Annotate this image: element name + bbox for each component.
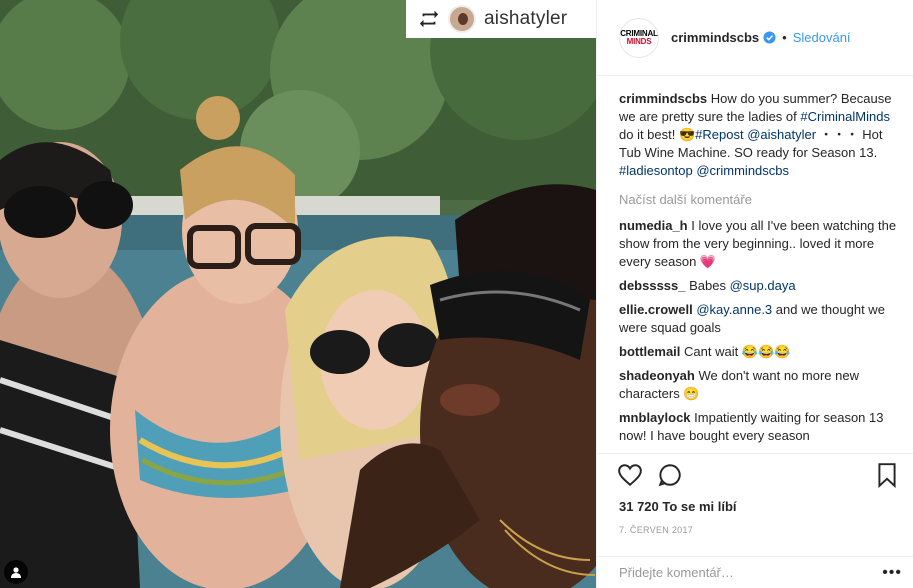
more-options-button[interactable]: ••• [882, 564, 902, 582]
caption-text-2: do it best! 😎 [619, 127, 696, 142]
comments-list[interactable]: crimmindscbs How do you summer? Because … [597, 76, 913, 453]
repost-bar: aishatyler [406, 0, 596, 38]
comment-username[interactable]: shadeonyah [619, 368, 695, 383]
user-tag-button[interactable] [4, 560, 28, 584]
separator-dot: • [782, 30, 787, 45]
comment-username[interactable]: ellie.crowell [619, 302, 693, 317]
likes-count[interactable]: 31 720 To se mi líbí [619, 499, 737, 514]
comment: bottlemail Cant wait 😂😂😂 [619, 343, 902, 361]
post-header: CRIMINAL MINDS crimmindscbs • Sledování [597, 0, 913, 76]
caption-username[interactable]: crimmindscbs [619, 91, 707, 106]
hashtag-ladiesontop[interactable]: #ladiesontop [619, 163, 693, 178]
post-side-panel: CRIMINAL MINDS crimmindscbs • Sledování … [596, 0, 913, 588]
post-date: 7. ČERVEN 2017 [619, 525, 694, 535]
comment-icon[interactable] [657, 462, 683, 488]
hashtag-repost[interactable]: #Repost [695, 127, 743, 142]
action-bar [597, 453, 913, 495]
verified-badge-icon [763, 31, 776, 44]
avatar-text-2: MINDS [626, 36, 652, 46]
comment-mention[interactable]: @kay.anne.3 [696, 302, 772, 317]
mention-crimmindscbs[interactable]: @crimmindscbs [696, 163, 789, 178]
account-avatar[interactable]: CRIMINAL MINDS [619, 17, 659, 58]
hashtag-criminalminds[interactable]: #CriminalMinds [800, 109, 890, 124]
heart-icon[interactable] [617, 462, 643, 488]
bookmark-icon[interactable] [874, 462, 900, 488]
comment: ellie.crowell @kay.anne.3 and we thought… [619, 301, 902, 337]
comment: debsssss_ Babes @sup.daya [619, 277, 902, 295]
comment-username[interactable]: bottlemail [619, 344, 680, 359]
add-comment-bar: ••• [597, 556, 913, 588]
comment: numedia_h I love you all I've been watch… [619, 217, 902, 271]
post-photo[interactable]: aishatyler [0, 0, 596, 588]
account-username[interactable]: crimmindscbs [671, 30, 759, 45]
comment-text: Babes [689, 278, 730, 293]
user-tag-icon [11, 567, 21, 578]
add-comment-input[interactable] [619, 565, 883, 580]
mention-aishatyler[interactable]: @aishatyler [747, 127, 816, 142]
repost-icon [419, 10, 439, 28]
comment-mention[interactable]: @sup.daya [730, 278, 796, 293]
comment-username[interactable]: debsssss_ [619, 278, 686, 293]
comment-text: Cant wait 😂😂😂 [684, 344, 791, 359]
photo-image [0, 0, 596, 588]
repost-username: aishatyler [484, 8, 568, 29]
comment: mnblaylock Impatiently waiting for seaso… [619, 409, 902, 445]
comment: shadeonyah We don't want no more new cha… [619, 367, 902, 403]
comment-username[interactable]: mnblaylock [619, 410, 691, 425]
follow-button[interactable]: Sledování [793, 30, 851, 45]
comment-username[interactable]: numedia_h [619, 218, 688, 233]
repost-user-avatar [448, 5, 476, 33]
load-more-comments[interactable]: Načíst další komentáře [619, 191, 902, 209]
post-caption: crimmindscbs How do you summer? Because … [619, 90, 902, 180]
